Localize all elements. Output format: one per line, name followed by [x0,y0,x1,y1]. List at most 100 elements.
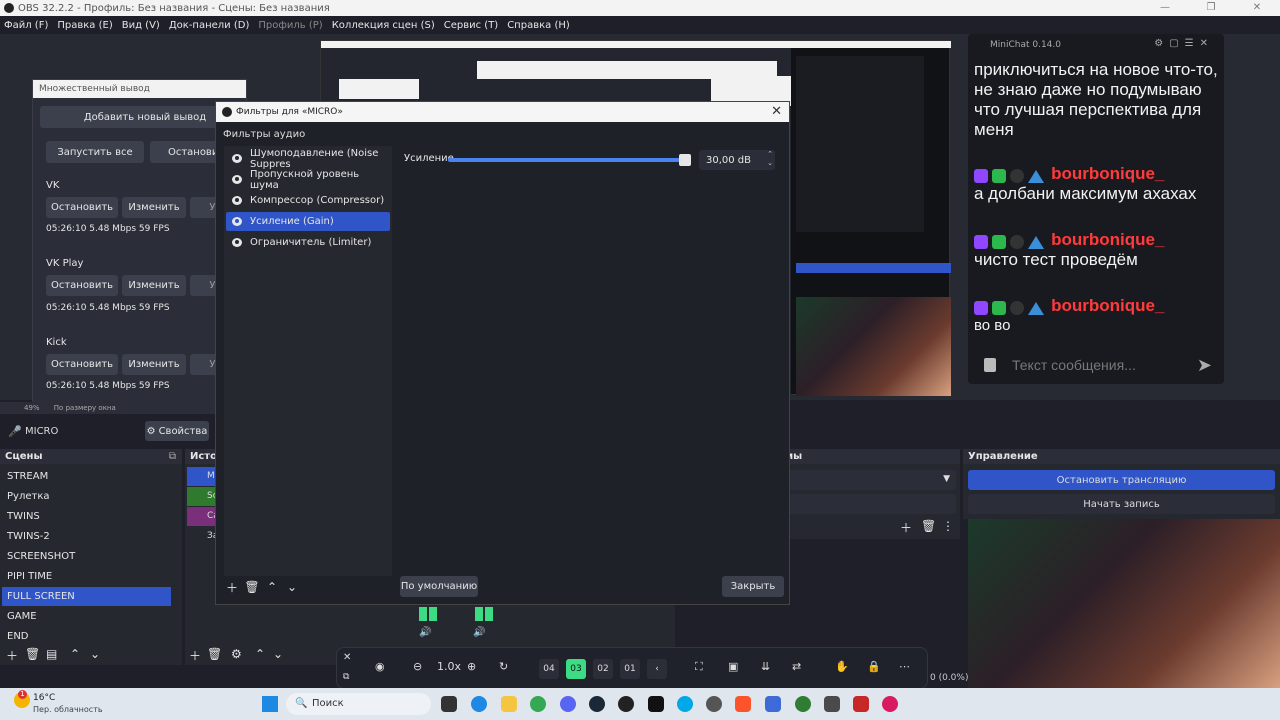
swap-icon[interactable]: ⇄ [792,660,801,673]
stop-stream-button[interactable]: Остановить трансляцию [968,470,1275,490]
capture-icon[interactable]: ⛶ [695,660,703,674]
defaults-button[interactable]: По умолчанию [400,576,478,597]
remove-filter-icon[interactable]: 🗑 [244,579,260,595]
app-icon[interactable] [765,696,781,712]
send-icon[interactable]: ➤ [1197,355,1212,376]
obs-icon[interactable] [618,696,634,712]
output-stop-button[interactable]: Остановить [46,354,118,375]
add-transition-icon[interactable]: ＋ [900,519,912,536]
app-icon[interactable] [853,696,869,712]
chevron-left-icon[interactable]: ‹ [647,659,667,679]
filter-item-noise-suppression[interactable]: Шумоподавление (Noise Suppres [226,148,390,170]
filter-item-compressor[interactable]: Компрессор (Compressor) [226,191,390,210]
chrome-icon[interactable] [530,696,546,712]
speaker-icon[interactable]: 🔊 [419,627,431,638]
source-item[interactable]: So [187,487,218,506]
discord-icon[interactable] [560,696,576,712]
more-icon[interactable]: ⋮ [942,519,954,533]
filter-item-limiter[interactable]: Ограничитель (Limiter) [226,233,390,252]
scene-item[interactable]: Рулетка [2,487,171,506]
page-button[interactable]: 02 [593,659,613,679]
remove-source-icon[interactable]: 🗑 [207,647,222,661]
source-item[interactable]: Ca [187,507,219,526]
scene-item[interactable]: GAME [2,607,171,626]
scene-item-selected[interactable]: FULL SCREEN [2,587,171,606]
task-view-icon[interactable] [441,696,457,712]
spin-arrows-icon[interactable]: ⌃ ⌄ [767,150,773,168]
chat-window-icons[interactable]: ⚙▢☰✕ [1154,38,1214,49]
menu-edit[interactable]: Правка (E) [57,20,112,31]
move-down-icon[interactable]: ⌄ [284,579,300,595]
hand-icon[interactable]: ✋ [835,660,849,673]
remove-scene-icon[interactable]: 🗑 [25,647,40,661]
weather-temp[interactable]: 16°C [33,693,55,703]
close-filters-button[interactable]: Закрыть [722,576,784,597]
add-scene-icon[interactable]: ＋ [6,647,18,664]
source-item[interactable]: За [187,527,218,546]
preview-fit[interactable]: По размеру окна [54,404,116,412]
steam-icon[interactable] [589,696,605,712]
transition-duration[interactable] [784,494,956,514]
rotate-icon[interactable]: ↻ [499,660,508,673]
menu-scene-collection[interactable]: Коллекция сцен (S) [332,20,435,31]
close-button[interactable]: ✕ [1234,0,1280,16]
start-record-button[interactable]: Начать запись [968,494,1275,514]
output-edit-button[interactable]: Изменить [122,275,186,296]
move-down-icon[interactable]: ⌄ [273,647,283,661]
menu-help[interactable]: Справка (H) [507,20,570,31]
remove-transition-icon[interactable]: 🗑 [921,519,936,533]
edge-icon[interactable] [471,696,487,712]
close-icon[interactable]: ✕ [771,104,782,119]
record-icon[interactable]: ◉ [375,660,385,673]
emoji-icon[interactable] [984,358,996,372]
speaker-icon[interactable]: 🔊 [473,627,485,638]
gain-value-input[interactable]: 30,00 dB ⌃ ⌄ [699,150,775,170]
scene-item[interactable]: SCREENSHOT [2,547,171,566]
menu-tools[interactable]: Сервис (T) [444,20,498,31]
move-up-icon[interactable]: ⌃ [255,647,265,661]
page-button-active[interactable]: 03 [566,659,586,679]
eye-icon[interactable] [232,196,242,205]
move-down-icon[interactable]: ⌄ [90,647,100,661]
scene-filters-icon[interactable]: ▤ [46,647,57,661]
app-icon[interactable] [882,696,898,712]
move-up-icon[interactable]: ⌃ [264,579,280,595]
menu-docks[interactable]: Док-панели (D) [169,20,250,31]
app-icon[interactable] [648,696,664,712]
maximize-button[interactable]: ❐ [1188,0,1234,16]
gain-slider[interactable] [448,154,691,166]
zoom-out-icon[interactable]: ⊖ [413,660,422,673]
explorer-icon[interactable] [501,696,517,712]
close-icon[interactable]: ✕ [343,652,351,663]
scene-item[interactable]: END [2,627,171,646]
menu-view[interactable]: Вид (V) [122,20,160,31]
scene-item[interactable]: PIPI TIME [2,567,171,586]
eye-icon[interactable] [232,217,242,226]
source-settings-icon[interactable]: ⚙ [231,647,242,661]
menu-profile[interactable]: Профиль (P) [258,20,322,31]
minimize-button[interactable]: — [1142,0,1188,16]
move-up-icon[interactable]: ⌃ [70,647,80,661]
page-button[interactable]: 04 [539,659,559,679]
app-icon[interactable] [706,696,722,712]
app-icon[interactable] [824,696,840,712]
gain-slider-handle[interactable] [679,154,691,166]
output-stop-button[interactable]: Остановить [46,275,118,296]
properties-button[interactable]: ⚙ Свойства [145,421,209,441]
transition-select[interactable]: ▼ [784,470,956,490]
scene-item[interactable]: STREAM [2,467,171,486]
eye-icon[interactable] [232,238,242,247]
page-button[interactable]: 01 [620,659,640,679]
eye-icon[interactable] [232,154,242,163]
scene-item[interactable]: TWINS-2 [2,527,171,546]
brave-icon[interactable] [735,696,751,712]
screen-icon[interactable]: ⧉ [343,672,349,682]
eye-icon[interactable] [232,175,242,184]
add-source-icon[interactable]: ＋ [189,647,201,664]
filter-item-gain[interactable]: Усиление (Gain) [226,212,390,231]
taskbar-search[interactable]: 🔍 Поиск [286,693,431,715]
weather-desc[interactable]: Пер. облачность [33,705,103,714]
output-stop-button[interactable]: Остановить [46,197,118,218]
source-item[interactable]: MI [187,467,217,486]
pin-icon[interactable]: ⇊ [761,660,770,673]
